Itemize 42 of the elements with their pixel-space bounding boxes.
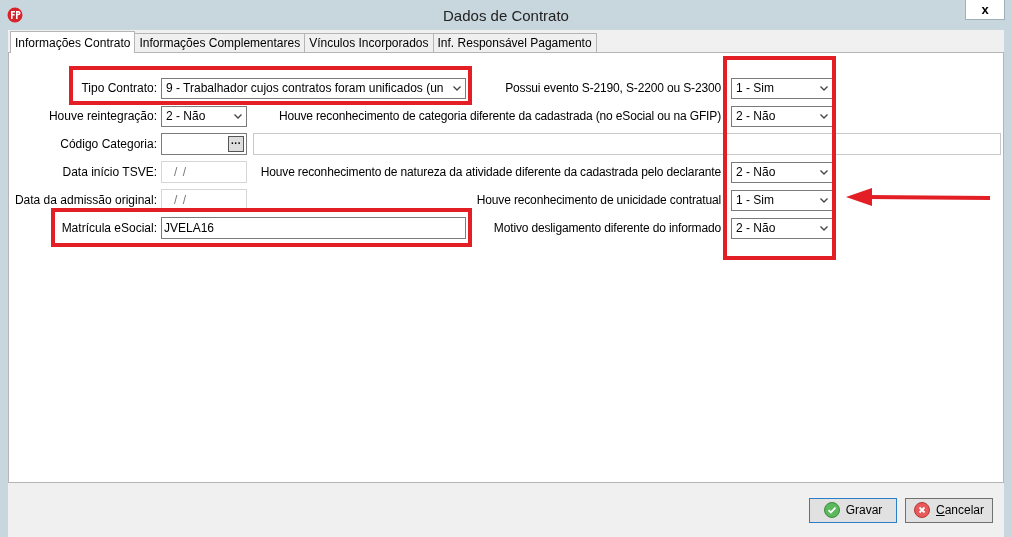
dropdown[interactable]: 2 - Não	[731, 217, 833, 239]
field-label: Data início TSVE:	[61, 165, 157, 179]
window-title: Dados de Contrato	[442, 6, 570, 24]
dropdown[interactable]: 9 - Trabalhador cujos contratos foram unificados (un	[161, 77, 466, 99]
date-field[interactable]: / /	[161, 189, 247, 211]
field-label: Código Categoria:	[59, 137, 157, 151]
field-label: Houve reconhecimento de natureza da atividade diferente da cadastrada pelo declarante	[259, 165, 721, 179]
field-label: Possui evento S-2190, S-2200 ou S-2300	[504, 81, 721, 95]
tab[interactable]: Vínculos Incorporados	[304, 33, 434, 52]
caret-icon	[820, 169, 828, 175]
tab[interactable]: Informações Contrato	[10, 31, 136, 53]
close-button[interactable]: x	[965, 0, 1005, 20]
description-field[interactable]	[253, 133, 1001, 155]
check-icon	[823, 502, 840, 518]
tab[interactable]: Informações Complementares	[134, 33, 306, 52]
dropdown[interactable]: 2 - Não	[731, 161, 833, 183]
field-label: Motivo desligamento diferente do informado	[492, 221, 721, 235]
tab[interactable]: Inf. Responsável Pagamento	[432, 33, 597, 52]
date-field[interactable]: / /	[161, 161, 247, 183]
caret-icon	[453, 85, 461, 91]
app-logo-icon	[7, 7, 23, 23]
browse-button[interactable]: ···	[228, 136, 244, 152]
dropdown[interactable]: 2 - Não	[731, 105, 833, 127]
caret-icon	[234, 113, 242, 119]
field-label: Tipo Contrato:	[80, 81, 157, 95]
caret-icon	[820, 113, 828, 119]
save-button[interactable]: Gravar	[809, 497, 897, 523]
cancel-icon	[914, 502, 930, 518]
field-label: Houve reintegração:	[47, 109, 157, 123]
dropdown[interactable]: 1 - Sim	[731, 77, 833, 99]
input-field[interactable]: ···	[161, 133, 247, 155]
dropdown[interactable]: 1 - Sim	[731, 189, 833, 211]
field-label: Data da admissão original:	[13, 193, 157, 207]
field-label: Houve reconhecimento de unicidade contratual	[475, 193, 721, 207]
caret-icon	[820, 225, 828, 231]
cancel-button[interactable]: Cancelar	[905, 497, 993, 523]
caret-icon	[820, 85, 828, 91]
dropdown[interactable]: 2 - Não	[161, 105, 247, 127]
caret-icon	[820, 197, 828, 203]
input-field[interactable]: JVELA16	[161, 217, 466, 239]
field-label: Matrícula eSocial:	[60, 221, 157, 235]
field-label: Houve reconhecimento de categoria diferente da cadastrada (no eSocial ou na GFIP)	[277, 109, 721, 123]
